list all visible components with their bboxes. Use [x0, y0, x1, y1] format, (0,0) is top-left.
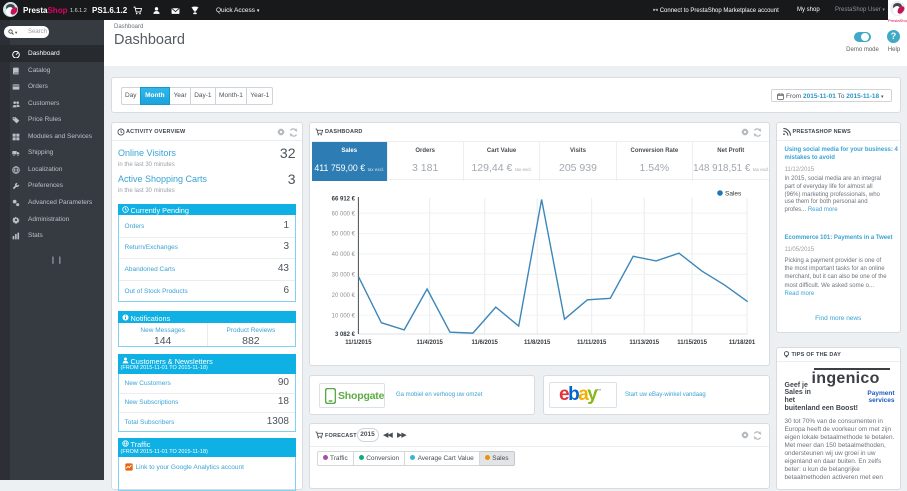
svg-text:3 082 €: 3 082 € [335, 332, 356, 338]
svg-text:11/8/2015: 11/8/2015 [524, 340, 551, 346]
svg-text:40 000 €: 40 000 € [332, 252, 356, 258]
svg-text:30 000 €: 30 000 € [332, 273, 356, 279]
svg-text:11/15/2015: 11/15/2015 [677, 340, 707, 346]
svg-text:66 912 €: 66 912 € [332, 197, 356, 203]
svg-text:10 000 €: 10 000 € [332, 313, 356, 319]
svg-text:11/4/2015: 11/4/2015 [417, 340, 444, 346]
svg-text:Sales: Sales [725, 191, 742, 198]
svg-text:11/18/201: 11/18/201 [729, 340, 756, 346]
svg-text:11/6/2015: 11/6/2015 [472, 340, 499, 346]
svg-text:11/13/2015: 11/13/2015 [629, 340, 659, 346]
svg-text:20 000 €: 20 000 € [332, 293, 356, 299]
svg-text:11/1/2015: 11/1/2015 [345, 340, 372, 346]
svg-text:50 000 €: 50 000 € [332, 232, 356, 238]
svg-text:60 000 €: 60 000 € [332, 211, 356, 217]
svg-text:11/11/2015: 11/11/2015 [577, 340, 607, 346]
